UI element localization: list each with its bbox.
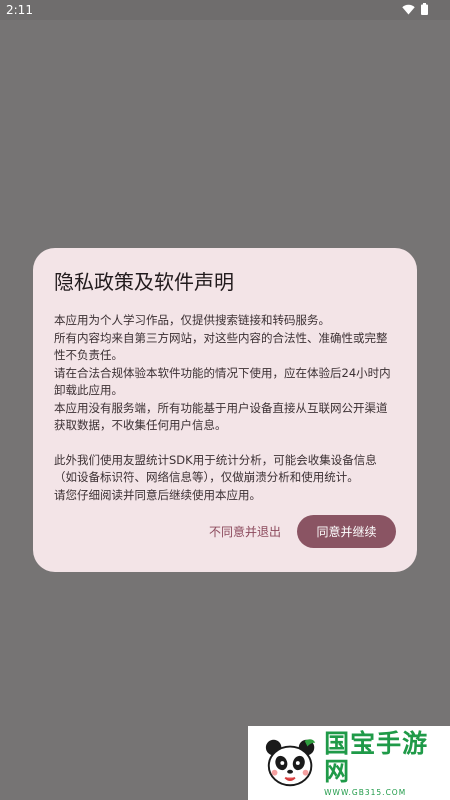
watermark-logo: 国宝手游网 WWW.GB315.COM [248,726,450,800]
wifi-icon [402,4,415,14]
dialog-title: 隐私政策及软件声明 [54,270,234,294]
watermark-url: WWW.GB315.COM [324,787,407,797]
panda-icon [265,739,316,787]
battery-icon [421,3,428,15]
dialog-paragraph: 此外我们使用友盟统计SDK用于统计分析，可能会收集设备信息（如设备标识符、网络信… [54,452,377,485]
dialog-body: 本应用为个人学习作品，仅提供搜索链接和转码服务。 所有内容均来自第三方网站，对这… [54,312,395,504]
dialog-paragraph: 所有内容均来自第三方网站，对这些内容的合法性、准确性或完整性不负责任。 [54,330,388,363]
dialog-paragraph: 本应用没有服务端，所有功能基于用户设备直接从互联网公开渠道获取数据，不收集任何用… [54,400,388,433]
watermark-title: 国宝手游网 [324,728,429,786]
status-bar: 2:11 [0,0,450,20]
dialog-paragraph: 本应用为个人学习作品，仅提供搜索链接和转码服务。 [54,313,330,327]
status-icons [402,3,428,15]
decline-button[interactable]: 不同意并退出 [199,515,291,548]
status-time: 2:11 [6,3,33,17]
accept-button[interactable]: 同意并继续 [297,515,396,548]
dialog-paragraph: 请您仔细阅读并同意后继续使用本应用。 [54,487,261,502]
dialog-actions: 不同意并退出 同意并继续 [199,515,396,548]
watermark-text: 国宝手游网 WWW.GB315.COM [324,728,450,797]
dialog-paragraph: 请在合法合规体验本软件功能的情况下使用，应在体验后24小时内卸载此应用。 [54,365,391,398]
privacy-dialog: 隐私政策及软件声明 本应用为个人学习作品，仅提供搜索链接和转码服务。 所有内容均… [33,248,417,572]
